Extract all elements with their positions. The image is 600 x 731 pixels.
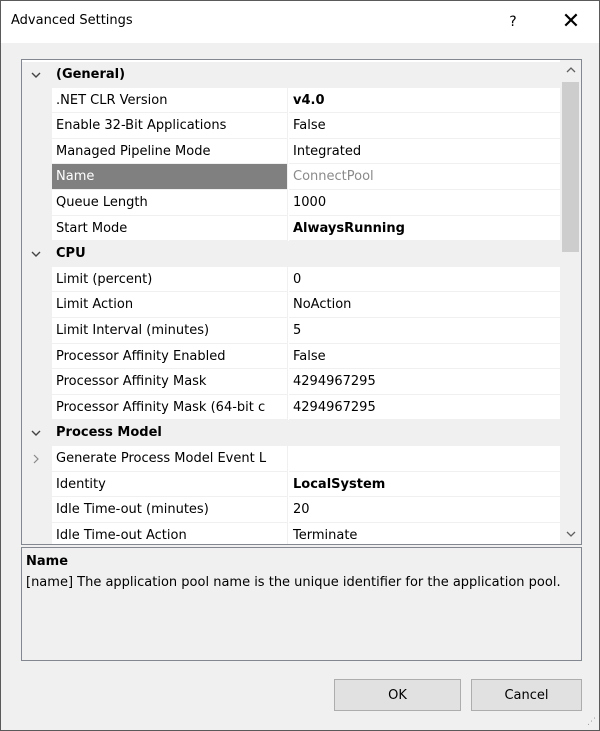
property-row[interactable]: Identity LocalSystem	[22, 471, 560, 498]
property-name[interactable]: Limit Interval (minutes)	[52, 318, 288, 344]
property-value[interactable]: 0	[289, 267, 560, 293]
category-row[interactable]: Process Model	[22, 420, 560, 446]
property-name[interactable]: Processor Affinity Mask (64-bit c	[52, 394, 288, 421]
property-name[interactable]: Processor Affinity Mask	[52, 369, 288, 395]
advanced-settings-dialog: Advanced Settings ? ✕ Idle Time-out Acti…	[0, 0, 600, 731]
chevron-down-icon[interactable]	[26, 241, 46, 267]
property-name[interactable]: Limit Action	[52, 292, 288, 318]
property-row[interactable]: Processor Affinity Enabled False	[22, 343, 560, 370]
vertical-scrollbar[interactable]	[560, 60, 581, 544]
property-row[interactable]: .NET CLR Version v4.0	[22, 87, 560, 114]
property-name[interactable]: Queue Length	[52, 190, 288, 216]
description-panel: Name [name] The application pool name is…	[21, 547, 582, 661]
row-gutter	[22, 522, 52, 544]
property-value[interactable]: False	[289, 344, 560, 370]
scroll-down-icon[interactable]	[560, 524, 581, 544]
chevron-down-icon[interactable]	[26, 62, 46, 88]
help-button[interactable]: ?	[493, 7, 533, 37]
property-name[interactable]: Identity	[52, 471, 288, 498]
resize-grip-icon[interactable]: ⋰	[586, 717, 596, 727]
row-gutter	[22, 266, 52, 293]
row-gutter	[22, 471, 52, 498]
property-value[interactable]: 20	[289, 497, 560, 523]
property-value[interactable]: 4294967295	[289, 395, 560, 421]
property-row[interactable]: Limit (percent) 0	[22, 266, 560, 293]
row-gutter	[22, 369, 52, 395]
property-name[interactable]: Idle Time-out (minutes)	[52, 497, 288, 523]
property-name[interactable]: Generate Process Model Event L	[52, 446, 288, 472]
property-row[interactable]: Start Mode AlwaysRunning	[22, 215, 560, 242]
row-gutter	[22, 292, 52, 318]
scrollbar-thumb[interactable]	[562, 82, 579, 252]
ok-button[interactable]: OK	[334, 679, 461, 711]
property-name[interactable]: Start Mode	[52, 215, 288, 242]
description-text: [name] The application pool name is the …	[26, 575, 561, 590]
row-gutter	[22, 113, 52, 139]
row-gutter	[22, 394, 52, 421]
property-value[interactable]: ConnectPool	[289, 164, 560, 190]
property-row[interactable]: Idle Time-out (minutes) 20	[22, 497, 560, 523]
property-value[interactable]: 5	[289, 318, 560, 344]
property-row[interactable]: Processor Affinity Mask 4294967295	[22, 369, 560, 395]
property-name[interactable]: Idle Time-out Action	[52, 522, 288, 544]
property-name[interactable]: (General)	[52, 62, 560, 88]
property-value[interactable]: Terminate	[289, 523, 560, 544]
property-row[interactable]: Enable 32-Bit Applications False	[22, 113, 560, 139]
chevron-right-icon[interactable]	[26, 446, 46, 472]
property-value[interactable]: v4.0	[289, 88, 560, 114]
row-gutter	[22, 138, 52, 165]
title-bar: Advanced Settings ? ✕	[1, 1, 599, 43]
property-row[interactable]: Limit Interval (minutes) 5	[22, 318, 560, 344]
property-value[interactable]: Integrated	[289, 139, 560, 165]
row-gutter	[22, 164, 52, 190]
cancel-button[interactable]: Cancel	[471, 679, 582, 711]
property-row[interactable]: Name ConnectPool	[22, 164, 560, 190]
property-name[interactable]: Processor Affinity Enabled	[52, 343, 288, 370]
row-gutter	[22, 318, 52, 344]
property-value[interactable]: LocalSystem	[289, 472, 560, 498]
description-title: Name	[26, 554, 69, 569]
property-name[interactable]: Process Model	[52, 420, 560, 446]
property-name[interactable]: Name	[52, 164, 288, 190]
property-row[interactable]: Queue Length 1000	[22, 190, 560, 216]
category-row[interactable]: CPU	[22, 241, 560, 267]
scroll-up-icon[interactable]	[560, 60, 581, 80]
property-row[interactable]: Managed Pipeline Mode Integrated	[22, 138, 560, 165]
property-name[interactable]: Managed Pipeline Mode	[52, 138, 288, 165]
property-row[interactable]: Processor Affinity Mask (64-bit c 4294967…	[22, 394, 560, 421]
property-value[interactable]	[289, 446, 560, 472]
property-value[interactable]: 1000	[289, 190, 560, 216]
chevron-down-icon[interactable]	[26, 420, 46, 446]
property-value[interactable]: 4294967295	[289, 369, 560, 395]
property-value[interactable]: False	[289, 113, 560, 139]
close-button[interactable]: ✕	[551, 7, 591, 37]
property-row[interactable]: Generate Process Model Event L	[22, 446, 560, 472]
dialog-title: Advanced Settings	[11, 13, 133, 28]
property-grid[interactable]: Idle Time-out Action Terminate Idle Time-o…	[21, 59, 582, 545]
row-gutter	[22, 497, 52, 523]
property-name[interactable]: CPU	[52, 241, 560, 267]
property-value[interactable]: AlwaysRunning	[289, 216, 560, 242]
category-row[interactable]: (General)	[22, 62, 560, 88]
row-gutter	[22, 190, 52, 216]
property-name[interactable]: .NET CLR Version	[52, 87, 288, 114]
property-row[interactable]: Limit Action NoAction	[22, 292, 560, 318]
property-row[interactable]: Idle Time-out Action Terminate	[22, 522, 560, 544]
row-gutter	[22, 343, 52, 370]
property-value[interactable]: NoAction	[289, 292, 560, 318]
property-name[interactable]: Enable 32-Bit Applications	[52, 113, 288, 139]
row-gutter	[22, 215, 52, 242]
property-name[interactable]: Limit (percent)	[52, 266, 288, 293]
row-gutter	[22, 87, 52, 114]
